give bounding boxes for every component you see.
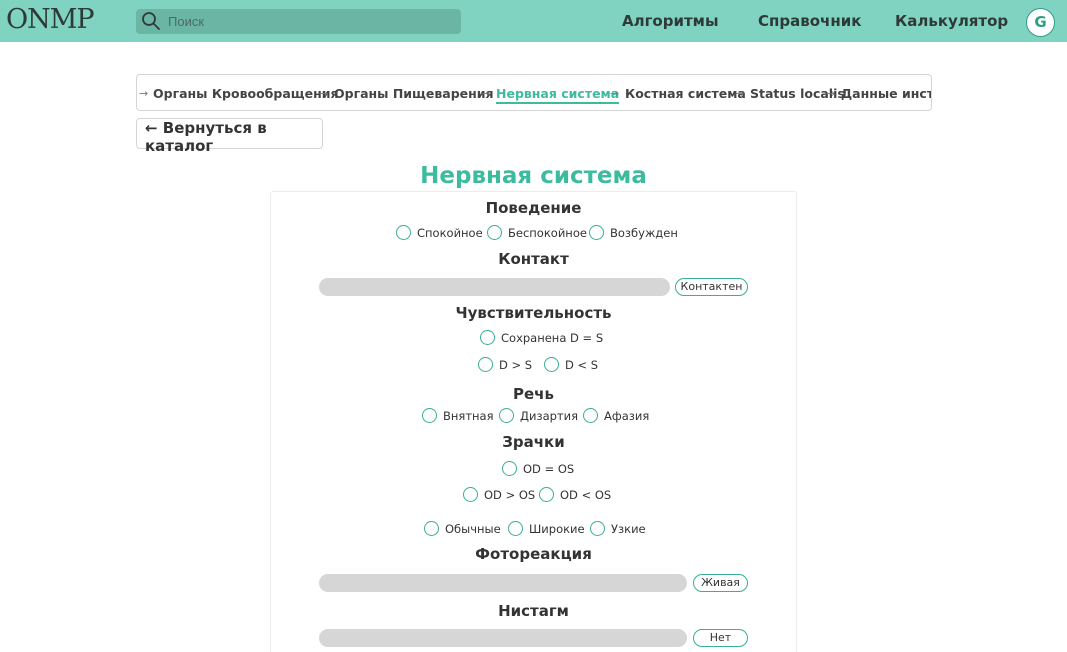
radio-pupils-od-greater[interactable]: OD > OS (463, 487, 535, 502)
arrow-right-icon: → (481, 87, 491, 100)
section-title-pupils: Зрачки (502, 433, 565, 451)
avatar[interactable]: G (1026, 8, 1055, 37)
radio-pupils-normal[interactable]: Обычные (424, 521, 501, 536)
nav-calculator[interactable]: Калькулятор (895, 12, 1008, 30)
back-to-catalog-button[interactable]: ← Вернуться в каталог (136, 118, 323, 155)
breadcrumb-item-circulatory[interactable]: Органы Кровообращения (153, 86, 339, 101)
nystagmus-value-badge[interactable]: Нет (693, 629, 748, 647)
radio-circle[interactable] (499, 408, 514, 423)
radio-behavior-calm[interactable]: Спокойное (396, 225, 483, 240)
breadcrumb-item-digestive[interactable]: Органы Пищеварения (334, 86, 494, 101)
radio-pupils-narrow[interactable]: Узкие (590, 521, 646, 536)
radio-circle[interactable] (590, 521, 605, 536)
radio-speech-clear[interactable]: Внятная (422, 408, 494, 423)
section-title-speech: Речь (513, 385, 554, 403)
radio-circle[interactable] (480, 330, 495, 345)
radio-circle[interactable] (463, 487, 478, 502)
radio-circle[interactable] (396, 225, 411, 240)
breadcrumb-item-instrumental-data[interactable]: Данные инст (841, 86, 931, 101)
radio-circle[interactable] (487, 225, 502, 240)
photoreaction-slider-track[interactable] (319, 574, 687, 592)
photoreaction-value-badge[interactable]: Живая (693, 574, 748, 592)
radio-circle[interactable] (583, 408, 598, 423)
section-title-contact: Контакт (498, 250, 569, 268)
radio-circle[interactable] (478, 357, 493, 372)
radio-pupils-equal[interactable]: OD = OS (502, 461, 574, 476)
radio-behavior-restless[interactable]: Беспокойное (487, 225, 587, 240)
search-icon (142, 12, 160, 30)
breadcrumb: → Органы Кровообращения → Органы Пищевар… (136, 74, 932, 111)
arrow-right-icon: → (139, 87, 149, 100)
radio-pupils-od-less[interactable]: OD < OS (539, 487, 611, 502)
radio-pupils-wide[interactable]: Широкие (508, 521, 585, 536)
radio-behavior-excited[interactable]: Возбужден (589, 225, 678, 240)
radio-circle[interactable] (589, 225, 604, 240)
section-title-nystagmus: Нистагм (498, 602, 569, 620)
radio-circle[interactable] (544, 357, 559, 372)
radio-sensitivity-preserved[interactable]: Сохранена D = S (480, 330, 603, 345)
breadcrumb-item-nervous[interactable]: Нервная система (496, 86, 620, 104)
section-title-sensitivity: Чувствительность (455, 304, 612, 322)
nav-reference[interactable]: Справочник (758, 12, 861, 30)
nystagmus-slider-track[interactable] (319, 629, 687, 647)
section-title-behavior: Поведение (485, 199, 582, 217)
search-input[interactable] (168, 9, 453, 34)
nav-algorithms[interactable]: Алгоритмы (622, 12, 719, 30)
arrow-right-icon: → (319, 87, 329, 100)
breadcrumb-item-skeletal[interactable]: Костная система (625, 86, 746, 101)
radio-sensitivity-d-less[interactable]: D < S (544, 357, 598, 372)
contact-slider-track[interactable] (319, 278, 670, 296)
radio-circle[interactable] (424, 521, 439, 536)
radio-circle[interactable] (508, 521, 523, 536)
arrow-right-icon: → (826, 87, 836, 100)
top-bar: ONMP Алгоритмы Справочник Калькулятор G (0, 0, 1067, 42)
radio-speech-aphasia[interactable]: Афазия (583, 408, 649, 423)
section-title-photoreaction: Фотореакция (475, 545, 592, 563)
radio-speech-dysarthria[interactable]: Дизартия (499, 408, 578, 423)
radio-circle[interactable] (422, 408, 437, 423)
radio-sensitivity-d-greater[interactable]: D > S (478, 357, 532, 372)
logo[interactable]: ONMP (6, 4, 95, 35)
arrow-right-icon: → (735, 87, 745, 100)
arrow-right-icon: → (610, 87, 620, 100)
contact-value-badge[interactable]: Контактен (675, 278, 748, 296)
radio-circle[interactable] (539, 487, 554, 502)
radio-circle[interactable] (502, 461, 517, 476)
search-box[interactable] (136, 9, 461, 34)
page-title: Нервная система (420, 163, 647, 189)
